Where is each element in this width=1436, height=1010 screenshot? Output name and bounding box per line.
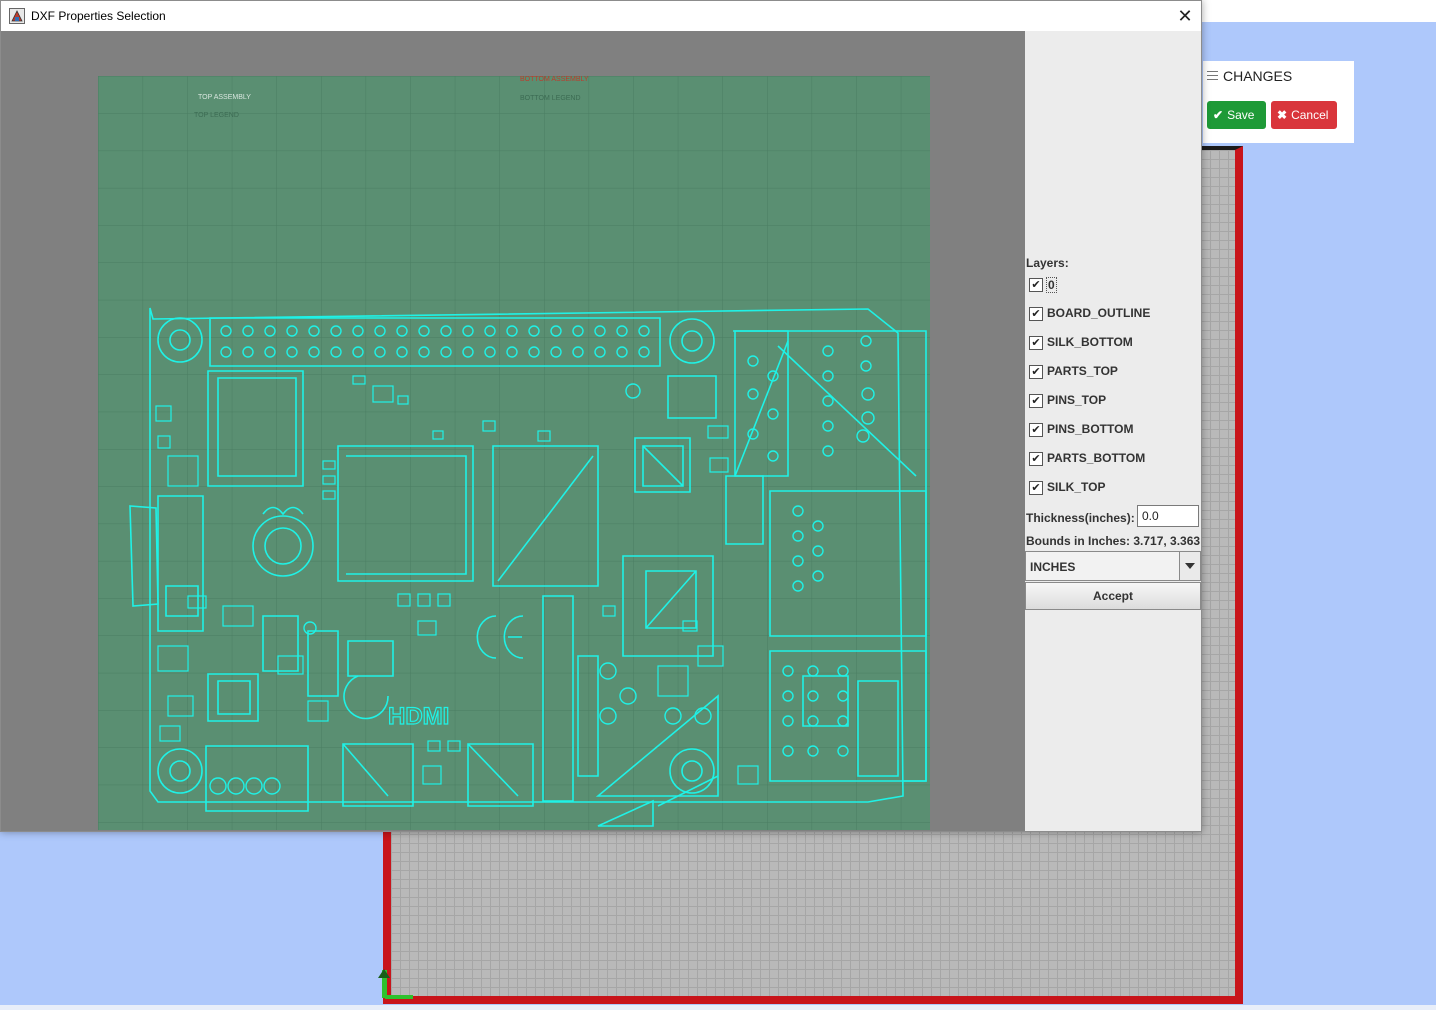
checkbox-checked-icon[interactable]: ✔ bbox=[1029, 278, 1043, 292]
chevron-down-icon bbox=[1185, 563, 1195, 569]
layer-properties-panel: Layers: ✔ 0 ✔ BOARD_OUTLINE ✔ SILK_BOTTO… bbox=[1025, 31, 1201, 831]
hamburger-menu-icon[interactable] bbox=[1207, 71, 1218, 81]
checkbox-checked-icon[interactable]: ✔ bbox=[1029, 365, 1043, 379]
dxf-properties-dialog: DXF Properties Selection ✕ TOP ASSEMBLY … bbox=[0, 0, 1202, 832]
layer-label: 0 bbox=[1046, 277, 1057, 293]
label-top-assembly: TOP ASSEMBLY bbox=[198, 94, 251, 101]
checkbox-checked-icon[interactable]: ✔ bbox=[1029, 452, 1043, 466]
axis-origin-arrow-icon bbox=[378, 969, 390, 978]
layer-label: SILK_BOTTOM bbox=[1047, 335, 1133, 349]
layer-label: PINS_BOTTOM bbox=[1047, 422, 1134, 436]
close-icon: ✕ bbox=[1177, 6, 1193, 26]
thickness-input[interactable] bbox=[1137, 505, 1199, 527]
cancel-label: Cancel bbox=[1291, 108, 1329, 122]
thickness-label: Thickness(inches): bbox=[1026, 511, 1135, 525]
checkbox-checked-icon[interactable]: ✔ bbox=[1029, 423, 1043, 437]
axis-x-indicator bbox=[385, 995, 413, 999]
units-dropdown[interactable]: INCHES bbox=[1025, 551, 1201, 581]
accept-button[interactable]: Accept bbox=[1025, 582, 1201, 610]
layer-label: PINS_TOP bbox=[1047, 393, 1107, 407]
changes-panel: CHANGES ✔ Save ✖ Cancel bbox=[1203, 61, 1354, 143]
units-selected-value: INCHES bbox=[1030, 560, 1076, 574]
label-top-legend: TOP LEGEND bbox=[194, 112, 239, 119]
label-hdmi: HDMI bbox=[388, 703, 449, 730]
dxf-app-icon bbox=[9, 8, 25, 24]
x-icon: ✖ bbox=[1277, 108, 1288, 122]
cancel-button[interactable]: ✖ Cancel bbox=[1271, 101, 1337, 129]
background-bottom-strip bbox=[0, 1005, 1436, 1010]
pcb-drawing[interactable]: TOP ASSEMBLY TOP LEGEND BOTTOM ASSEMBLY … bbox=[98, 76, 930, 830]
layer-label: PARTS_BOTTOM bbox=[1047, 451, 1146, 465]
bounds-label: Bounds in Inches: 3.717, 3.363 bbox=[1026, 534, 1201, 548]
layer-label: SILK_TOP bbox=[1047, 480, 1106, 494]
save-button[interactable]: ✔ Save bbox=[1207, 101, 1266, 129]
checkbox-checked-icon[interactable]: ✔ bbox=[1029, 481, 1043, 495]
dxf-preview-area[interactable]: TOP ASSEMBLY TOP LEGEND BOTTOM ASSEMBLY … bbox=[1, 31, 1025, 831]
dialog-title: DXF Properties Selection bbox=[31, 9, 166, 23]
checkbox-checked-icon[interactable]: ✔ bbox=[1029, 307, 1043, 321]
label-bottom-legend: BOTTOM LEGEND bbox=[520, 95, 581, 102]
dropdown-toggle[interactable] bbox=[1179, 552, 1200, 580]
checkbox-checked-icon[interactable]: ✔ bbox=[1029, 394, 1043, 408]
dialog-titlebar[interactable]: DXF Properties Selection ✕ bbox=[1, 1, 1201, 31]
background-app-strip bbox=[1201, 0, 1436, 22]
save-label: Save bbox=[1227, 108, 1255, 122]
label-bottom-assembly: BOTTOM ASSEMBLY bbox=[520, 76, 589, 83]
layers-label: Layers: bbox=[1026, 256, 1069, 270]
layer-label: BOARD_OUTLINE bbox=[1047, 306, 1151, 320]
check-icon: ✔ bbox=[1213, 108, 1224, 122]
layer-label: PARTS_TOP bbox=[1047, 364, 1118, 378]
checkbox-checked-icon[interactable]: ✔ bbox=[1029, 336, 1043, 350]
changes-title: CHANGES bbox=[1223, 68, 1293, 84]
close-button[interactable]: ✕ bbox=[1169, 1, 1201, 31]
